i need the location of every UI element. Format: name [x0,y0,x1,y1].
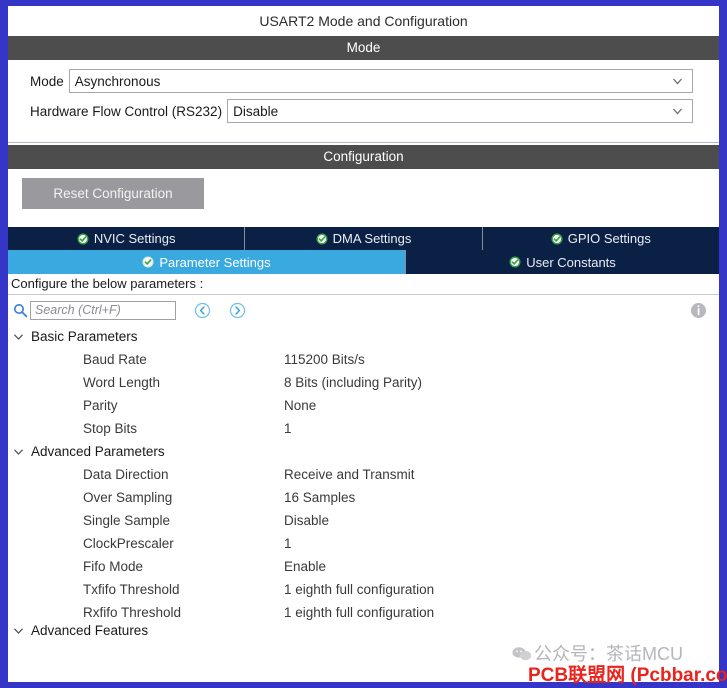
parameter-name: Stop Bits [83,421,138,436]
parameter-name: Rxfifo Threshold [83,605,182,620]
table-row[interactable]: Stop Bits 1 [8,417,719,440]
parameter-name: Txfifo Threshold [83,582,180,597]
parameter-value: Disable [284,513,330,528]
circle-chevron-right-icon[interactable] [229,302,246,319]
configure-parameters-hint: Configure the below parameters : [8,274,719,295]
mode-section-body: Mode Asynchronous Hardware Flow Control … [8,60,719,134]
circle-chevron-left-icon[interactable] [194,302,211,319]
group-header-basic-parameters[interactable]: Basic Parameters [8,325,719,348]
mode-select-value: Asynchronous [74,73,161,89]
parameter-name: Baud Rate [83,352,147,367]
parameter-name: Over Sampling [83,490,173,505]
tab-gpio-settings[interactable]: GPIO Settings [482,227,719,250]
parameter-name: Parity [83,398,118,413]
group-header-advanced-features[interactable]: Advanced Features [8,624,719,636]
parameter-value: Enable [284,559,327,574]
tab-nvic-settings[interactable]: NVIC Settings [8,227,246,250]
tab-label: GPIO Settings [567,231,651,246]
parameter-value: 1 [284,536,292,551]
parameter-value: 16 Samples [284,490,356,505]
table-row[interactable]: Word Length 8 Bits (including Parity) [8,371,719,394]
configuration-section-header: Configuration [8,145,719,169]
chevron-down-icon [12,624,25,636]
check-circle-icon [77,233,89,245]
tab-parameter-settings[interactable]: Parameter Settings [8,250,406,274]
parameter-name: Single Sample [83,513,171,528]
check-circle-icon [316,233,328,245]
parameter-search-toolbar [8,295,719,325]
table-row[interactable]: ClockPrescaler 1 [8,532,719,555]
check-circle-icon [142,256,154,268]
group-label: Advanced Features [31,624,149,636]
window-content: USART2 Mode and Configuration Mode Mode … [8,6,719,682]
hardware-flow-control-row: Hardware Flow Control (RS232) Disable [8,98,719,124]
tab-label: DMA Settings [332,231,412,246]
table-row[interactable]: Rxfifo Threshold 1 eighth full configura… [8,601,719,624]
parameter-value: 1 eighth full configuration [284,605,435,620]
tab-label: NVIC Settings [93,231,176,246]
tab-dma-settings[interactable]: DMA Settings [245,227,483,250]
table-row[interactable]: Over Sampling 16 Samples [8,486,719,509]
group-label: Advanced Parameters [31,444,165,459]
chevron-down-icon [671,105,684,118]
mode-field-row: Mode Asynchronous [8,68,719,94]
table-row[interactable]: Parity None [8,394,719,417]
chevron-down-icon [671,75,684,88]
mode-section-header: Mode [8,36,719,60]
parameter-name: ClockPrescaler [83,536,174,551]
parameter-value: None [284,398,317,413]
chevron-down-icon [12,330,25,343]
tab-label: Parameter Settings [159,254,271,270]
group-label: Basic Parameters [31,329,138,344]
chevron-down-icon [12,445,25,458]
check-circle-icon [509,256,521,268]
group-header-advanced-parameters[interactable]: Advanced Parameters [8,440,719,463]
table-row[interactable]: Baud Rate 115200 Bits/s [8,348,719,371]
reset-configuration-button[interactable]: Reset Configuration [22,178,204,209]
parameter-name: Fifo Mode [83,559,144,574]
table-row[interactable]: Data Direction Receive and Transmit [8,463,719,486]
parameter-name: Data Direction [83,467,169,482]
table-row[interactable]: Txfifo Threshold 1 eighth full configura… [8,578,719,601]
table-row[interactable]: Single Sample Disable [8,509,719,532]
parameter-name: Word Length [83,375,161,390]
configuration-section-body: Reset Configuration [8,169,719,227]
settings-tab-row-secondary: Parameter Settings User Constants [8,250,719,274]
usart2-configuration-window: USART2 Mode and Configuration Mode Mode … [0,0,727,688]
search-icon [13,303,28,318]
mode-section-divider [8,134,719,143]
hardware-flow-control-value: Disable [233,103,279,119]
parameter-value: Receive and Transmit [284,467,415,482]
mode-field-label: Mode [30,73,64,89]
table-row[interactable]: Fifo Mode Enable [8,555,719,578]
parameter-value: 8 Bits (including Parity) [284,375,423,390]
parameter-tree: Basic Parameters Baud Rate 115200 Bits/s… [8,325,719,636]
check-circle-icon [551,233,563,245]
settings-tab-row-primary: NVIC Settings DMA Settings GPIO Settings [8,227,719,250]
tab-label: User Constants [526,254,616,270]
window-title: USART2 Mode and Configuration [8,6,719,36]
hardware-flow-control-select[interactable]: Disable [227,99,693,123]
parameter-value: 115200 Bits/s [284,352,365,367]
parameter-value: 1 [284,421,292,436]
info-icon[interactable] [690,302,707,319]
search-input[interactable] [30,300,176,320]
tab-user-constants[interactable]: User Constants [406,250,719,274]
hardware-flow-control-label: Hardware Flow Control (RS232) [30,103,223,119]
parameter-value: 1 eighth full configuration [284,582,435,597]
mode-select[interactable]: Asynchronous [68,69,693,93]
